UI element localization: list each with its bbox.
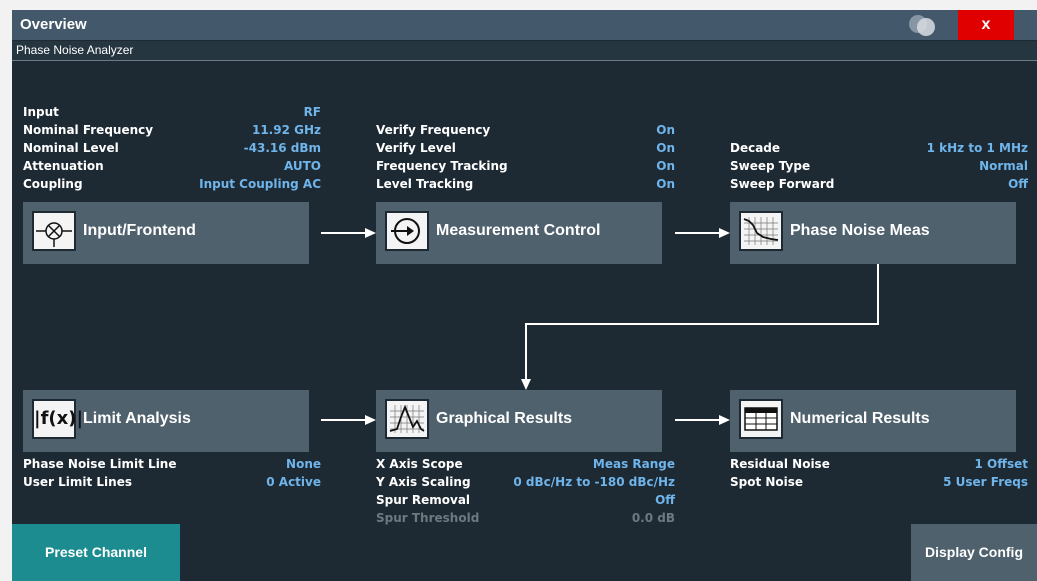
info-row: User Limit Lines 0 Active (23, 475, 321, 491)
info-value: 0.0 dB (631, 511, 675, 525)
block-label: Input/Frontend (83, 222, 196, 239)
info-label: Input (23, 105, 59, 119)
info-label: Verify Level (376, 141, 456, 155)
info-label: Residual Noise (730, 457, 830, 471)
info-label: Spot Noise (730, 475, 804, 489)
info-value: On (656, 141, 675, 155)
display-config-button[interactable]: Display Config (911, 524, 1037, 581)
measurement-control-block[interactable]: Measurement Control (376, 202, 662, 264)
function-icon-text: |f(x)| (34, 408, 84, 429)
info-row: Nominal Frequency 11.92 GHz (23, 123, 321, 139)
table-icon (739, 399, 783, 439)
channel-name: Phase Noise Analyzer (16, 43, 134, 57)
info-value: On (656, 177, 675, 191)
info-value: On (656, 123, 675, 137)
info-row: Y Axis Scaling 0 dBc/Hz to -180 dBc/Hz (376, 475, 675, 491)
channel-name-bar: Phase Noise Analyzer (12, 41, 1037, 61)
graphical-results-block[interactable]: Graphical Results (376, 390, 662, 452)
block-label: Measurement Control (436, 222, 601, 239)
info-label: Attenuation (23, 159, 104, 173)
info-label: Sweep Forward (730, 177, 835, 191)
info-row: Verify Frequency On (376, 123, 675, 139)
info-value: On (656, 159, 675, 173)
input-frontend-block[interactable]: Input/Frontend (23, 202, 309, 264)
info-row: Phase Noise Limit Line None (23, 457, 321, 473)
preset-channel-button[interactable]: Preset Channel (12, 524, 180, 581)
info-value: 1 Offset (974, 457, 1028, 471)
info-row: Coupling Input Coupling AC (23, 177, 321, 193)
arrow-circle-icon (385, 211, 429, 251)
info-row: X Axis Scope Meas Range (376, 457, 675, 473)
info-value: 0 dBc/Hz to -180 dBc/Hz (513, 475, 675, 489)
info-row: Residual Noise 1 Offset (730, 457, 1028, 473)
numerical-results-block[interactable]: Numerical Results (730, 390, 1016, 452)
block-label: Limit Analysis (83, 410, 191, 427)
info-row: Attenuation AUTO (23, 159, 321, 175)
info-value: Input Coupling AC (199, 177, 321, 191)
info-label: Nominal Frequency (23, 123, 154, 137)
phase-noise-graph-icon (739, 211, 783, 251)
info-value: Normal (979, 159, 1028, 173)
info-label: User Limit Lines (23, 475, 132, 489)
phase-noise-meas-block[interactable]: Phase Noise Meas (730, 202, 1016, 264)
block-label: Graphical Results (436, 410, 573, 427)
info-row: Nominal Level -43.16 dBm (23, 141, 321, 157)
info-row: Frequency Tracking On (376, 159, 675, 175)
info-label: Decade (730, 141, 781, 155)
block-label: Phase Noise Meas (790, 222, 930, 239)
info-row-disabled: Spur Threshold 0.0 dB (376, 511, 675, 527)
info-label: Spur Removal (376, 493, 471, 507)
info-label: Frequency Tracking (376, 159, 508, 173)
info-value: None (286, 457, 321, 471)
info-label: X Axis Scope (376, 457, 463, 471)
close-button[interactable]: x (958, 10, 1014, 40)
info-row: Spot Noise 5 User Freqs (730, 475, 1028, 491)
info-row: Verify Level On (376, 141, 675, 157)
info-value: Meas Range (592, 457, 675, 471)
info-label: Coupling (23, 177, 83, 191)
info-value: RF (303, 105, 321, 119)
info-value: Off (1008, 177, 1028, 191)
info-label: Sweep Type (730, 159, 811, 173)
info-value: 11.92 GHz (251, 123, 321, 137)
info-value: Off (655, 493, 675, 507)
info-value: 1 kHz to 1 MHz (926, 141, 1028, 155)
limit-analysis-block[interactable]: |f(x)| Limit Analysis (23, 390, 309, 452)
mixer-icon (32, 211, 76, 251)
info-row: Input RF (23, 105, 321, 121)
title-bar: Overview x (12, 10, 1037, 40)
info-value: 5 User Freqs (943, 475, 1028, 489)
window-title: Overview (20, 16, 87, 33)
info-label: Nominal Level (23, 141, 119, 155)
info-label: Spur Threshold (376, 511, 480, 525)
info-row: Sweep Type Normal (730, 159, 1028, 175)
info-value: 0 Active (266, 475, 321, 489)
info-value: -43.16 dBm (243, 141, 321, 155)
info-label: Y Axis Scaling (376, 475, 471, 489)
info-label: Verify Frequency (376, 123, 491, 137)
function-icon: |f(x)| (32, 399, 84, 439)
rohde-logo-icon (909, 15, 935, 36)
info-label: Level Tracking (376, 177, 474, 191)
info-value: AUTO (283, 159, 321, 173)
info-label: Phase Noise Limit Line (23, 457, 177, 471)
info-row: Sweep Forward Off (730, 177, 1028, 193)
info-row: Spur Removal Off (376, 493, 675, 509)
info-row: Decade 1 kHz to 1 MHz (730, 141, 1028, 157)
info-row: Level Tracking On (376, 177, 675, 193)
block-label: Numerical Results (790, 410, 930, 427)
spectrum-graph-icon (385, 399, 429, 439)
overview-window: Overview x Phase Noise Analyzer Input RF… (12, 10, 1037, 581)
